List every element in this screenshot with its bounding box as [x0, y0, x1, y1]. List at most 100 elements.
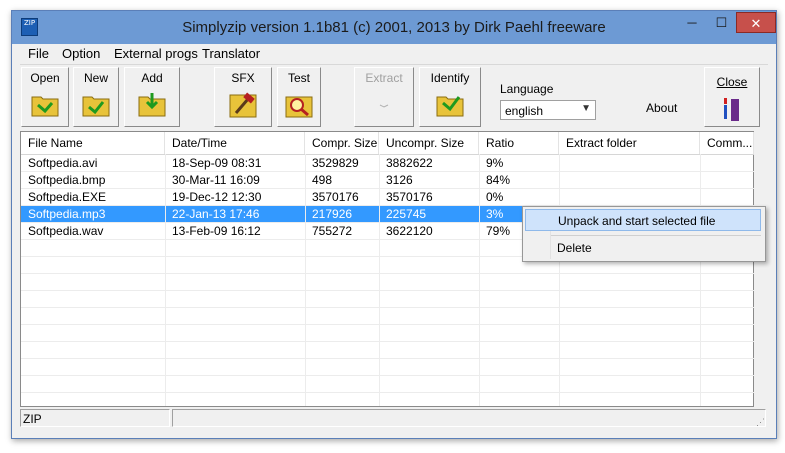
- grid-vertical-line: [305, 154, 306, 406]
- cell-extract-folder: [559, 172, 700, 189]
- cell-compr-size: 217926: [312, 207, 353, 221]
- menu-option[interactable]: Option: [62, 46, 100, 61]
- grid-vertical-line: [559, 154, 560, 406]
- maximize-button[interactable]: ☐: [708, 12, 735, 33]
- cell-file-name: Softpedia.bmp: [28, 173, 106, 187]
- menu-file[interactable]: File: [28, 46, 49, 61]
- grid-horizontal-line: [21, 171, 754, 172]
- cell-extract-folder: [559, 155, 700, 172]
- grid-horizontal-line: [21, 358, 754, 359]
- file-list[interactable]: File Name Date/Time Compr. Size Uncompr.…: [20, 131, 754, 407]
- cell-comment: [700, 155, 754, 172]
- window-title: Simplyzip version 1.1b81 (c) 2001, 2013 …: [182, 19, 606, 36]
- title-bar[interactable]: ZIP Simplyzip version 1.1b81 (c) 2001, 2…: [12, 11, 776, 44]
- cell-ratio: 0%: [486, 190, 504, 204]
- table-row[interactable]: Softpedia.avi 18-Sep-09 08:31 3529829 38826…: [21, 155, 754, 172]
- grid-horizontal-line: [21, 290, 754, 291]
- cell-date-time: 30-Mar-11 16:09: [172, 173, 260, 187]
- status-panel-info: [172, 409, 766, 427]
- add-button[interactable]: Add: [124, 67, 180, 127]
- language-value: english: [505, 104, 544, 118]
- cell-ratio: 84%: [486, 173, 511, 187]
- language-select[interactable]: english ▼: [500, 100, 596, 120]
- grid-horizontal-line: [21, 307, 754, 308]
- new-button[interactable]: New: [73, 67, 119, 127]
- column-header-extract-folder[interactable]: Extract folder: [559, 132, 700, 154]
- status-format: ZIP: [23, 412, 42, 426]
- cell-date-time: 18-Sep-09 08:31: [172, 156, 262, 170]
- table-row[interactable]: Softpedia.EXE 19-Dec-12 12:30 3570176 35701…: [21, 189, 754, 206]
- list-side-panel: [754, 131, 768, 407]
- cell-file-name: Softpedia.EXE: [28, 190, 107, 204]
- cell-extract-folder: [559, 189, 700, 206]
- grid-horizontal-line: [21, 324, 754, 325]
- list-header: File Name Date/Time Compr. Size Uncompr.…: [21, 132, 754, 155]
- grid-horizontal-line: [21, 375, 754, 376]
- hammer-icon: [229, 92, 257, 118]
- open-label: Open: [30, 71, 60, 85]
- sfx-label: SFX: [231, 71, 255, 85]
- grid-vertical-line: [700, 154, 701, 406]
- menu-bar: File Option External progs Translator: [20, 44, 768, 64]
- test-button[interactable]: Test: [277, 67, 321, 127]
- status-bar: ZIP ⋰: [20, 407, 768, 429]
- grid-horizontal-line: [21, 188, 754, 189]
- extract-button[interactable]: Extract: [354, 67, 414, 127]
- column-header-uncompr-size[interactable]: Uncompr. Size: [379, 132, 479, 154]
- add-files-icon: [138, 93, 166, 117]
- cell-uncompr-size: 3570176: [386, 190, 433, 204]
- grid-horizontal-line: [21, 341, 754, 342]
- identify-folder-icon: [436, 96, 464, 117]
- cell-uncompr-size: 225745: [386, 207, 427, 221]
- minimize-button[interactable]: ─: [677, 12, 707, 33]
- resize-grip-icon[interactable]: ⋰: [756, 417, 766, 427]
- cell-date-time: 22-Jan-13 17:46: [172, 207, 260, 221]
- add-label: Add: [141, 71, 163, 85]
- cell-date-time: 19-Dec-12 12:30: [172, 190, 262, 204]
- extract-label: Extract: [365, 71, 403, 85]
- cell-file-name: Softpedia.wav: [28, 224, 104, 238]
- context-menu: Unpack and start selected file Delete: [522, 206, 766, 262]
- column-header-comment[interactable]: Comm...: [700, 132, 754, 154]
- identify-label: Identify: [430, 71, 470, 85]
- context-item-unpack-start[interactable]: Unpack and start selected file: [525, 209, 761, 231]
- context-item-delete[interactable]: Delete: [525, 237, 761, 259]
- menu-translator[interactable]: Translator: [202, 46, 260, 61]
- cell-file-name: Softpedia.mp3: [28, 207, 106, 221]
- language-label: Language: [500, 82, 554, 96]
- open-folder-icon: [31, 96, 59, 117]
- cell-compr-size: 3529829: [312, 156, 359, 170]
- status-panel-format: ZIP: [20, 409, 170, 427]
- toolbar: Open New Add SFX Test Extract Identify L…: [20, 64, 768, 131]
- sfx-button[interactable]: SFX: [214, 67, 272, 127]
- column-header-ratio[interactable]: Ratio: [479, 132, 559, 154]
- close-button[interactable]: Close: [704, 67, 760, 127]
- column-header-date-time[interactable]: Date/Time: [165, 132, 305, 154]
- cell-date-time: 13-Feb-09 16:12: [172, 224, 261, 238]
- cell-comment: [700, 189, 754, 206]
- cell-uncompr-size: 3622120: [386, 224, 433, 238]
- cell-uncompr-size: 3126: [386, 173, 413, 187]
- new-archive-icon: [82, 96, 110, 117]
- cell-ratio: 9%: [486, 156, 504, 170]
- extract-icon: [379, 104, 389, 108]
- column-header-compr-size[interactable]: Compr. Size: [305, 132, 379, 154]
- cell-compr-size: 3570176: [312, 190, 359, 204]
- identify-button[interactable]: Identify: [419, 67, 481, 127]
- table-row[interactable]: Softpedia.bmp 30-Mar-11 16:09 498 3126 84%: [21, 172, 754, 189]
- new-label: New: [83, 71, 108, 85]
- grid-vertical-line: [479, 154, 480, 406]
- context-menu-separator: [551, 235, 761, 236]
- close-window-button[interactable]: ✕: [736, 12, 776, 33]
- magnifier-icon: [285, 96, 313, 118]
- chevron-down-icon[interactable]: ▼: [581, 103, 591, 114]
- open-button[interactable]: Open: [21, 67, 69, 127]
- cell-file-name: Softpedia.avi: [28, 156, 98, 170]
- grid-horizontal-line: [21, 392, 754, 393]
- about-button[interactable]: About: [646, 101, 677, 115]
- column-header-file-name[interactable]: File Name: [21, 132, 165, 154]
- grid-vertical-line: [379, 154, 380, 406]
- cell-compr-size: 755272: [312, 224, 353, 238]
- test-label: Test: [287, 71, 310, 85]
- menu-external-progs[interactable]: External progs: [114, 46, 198, 61]
